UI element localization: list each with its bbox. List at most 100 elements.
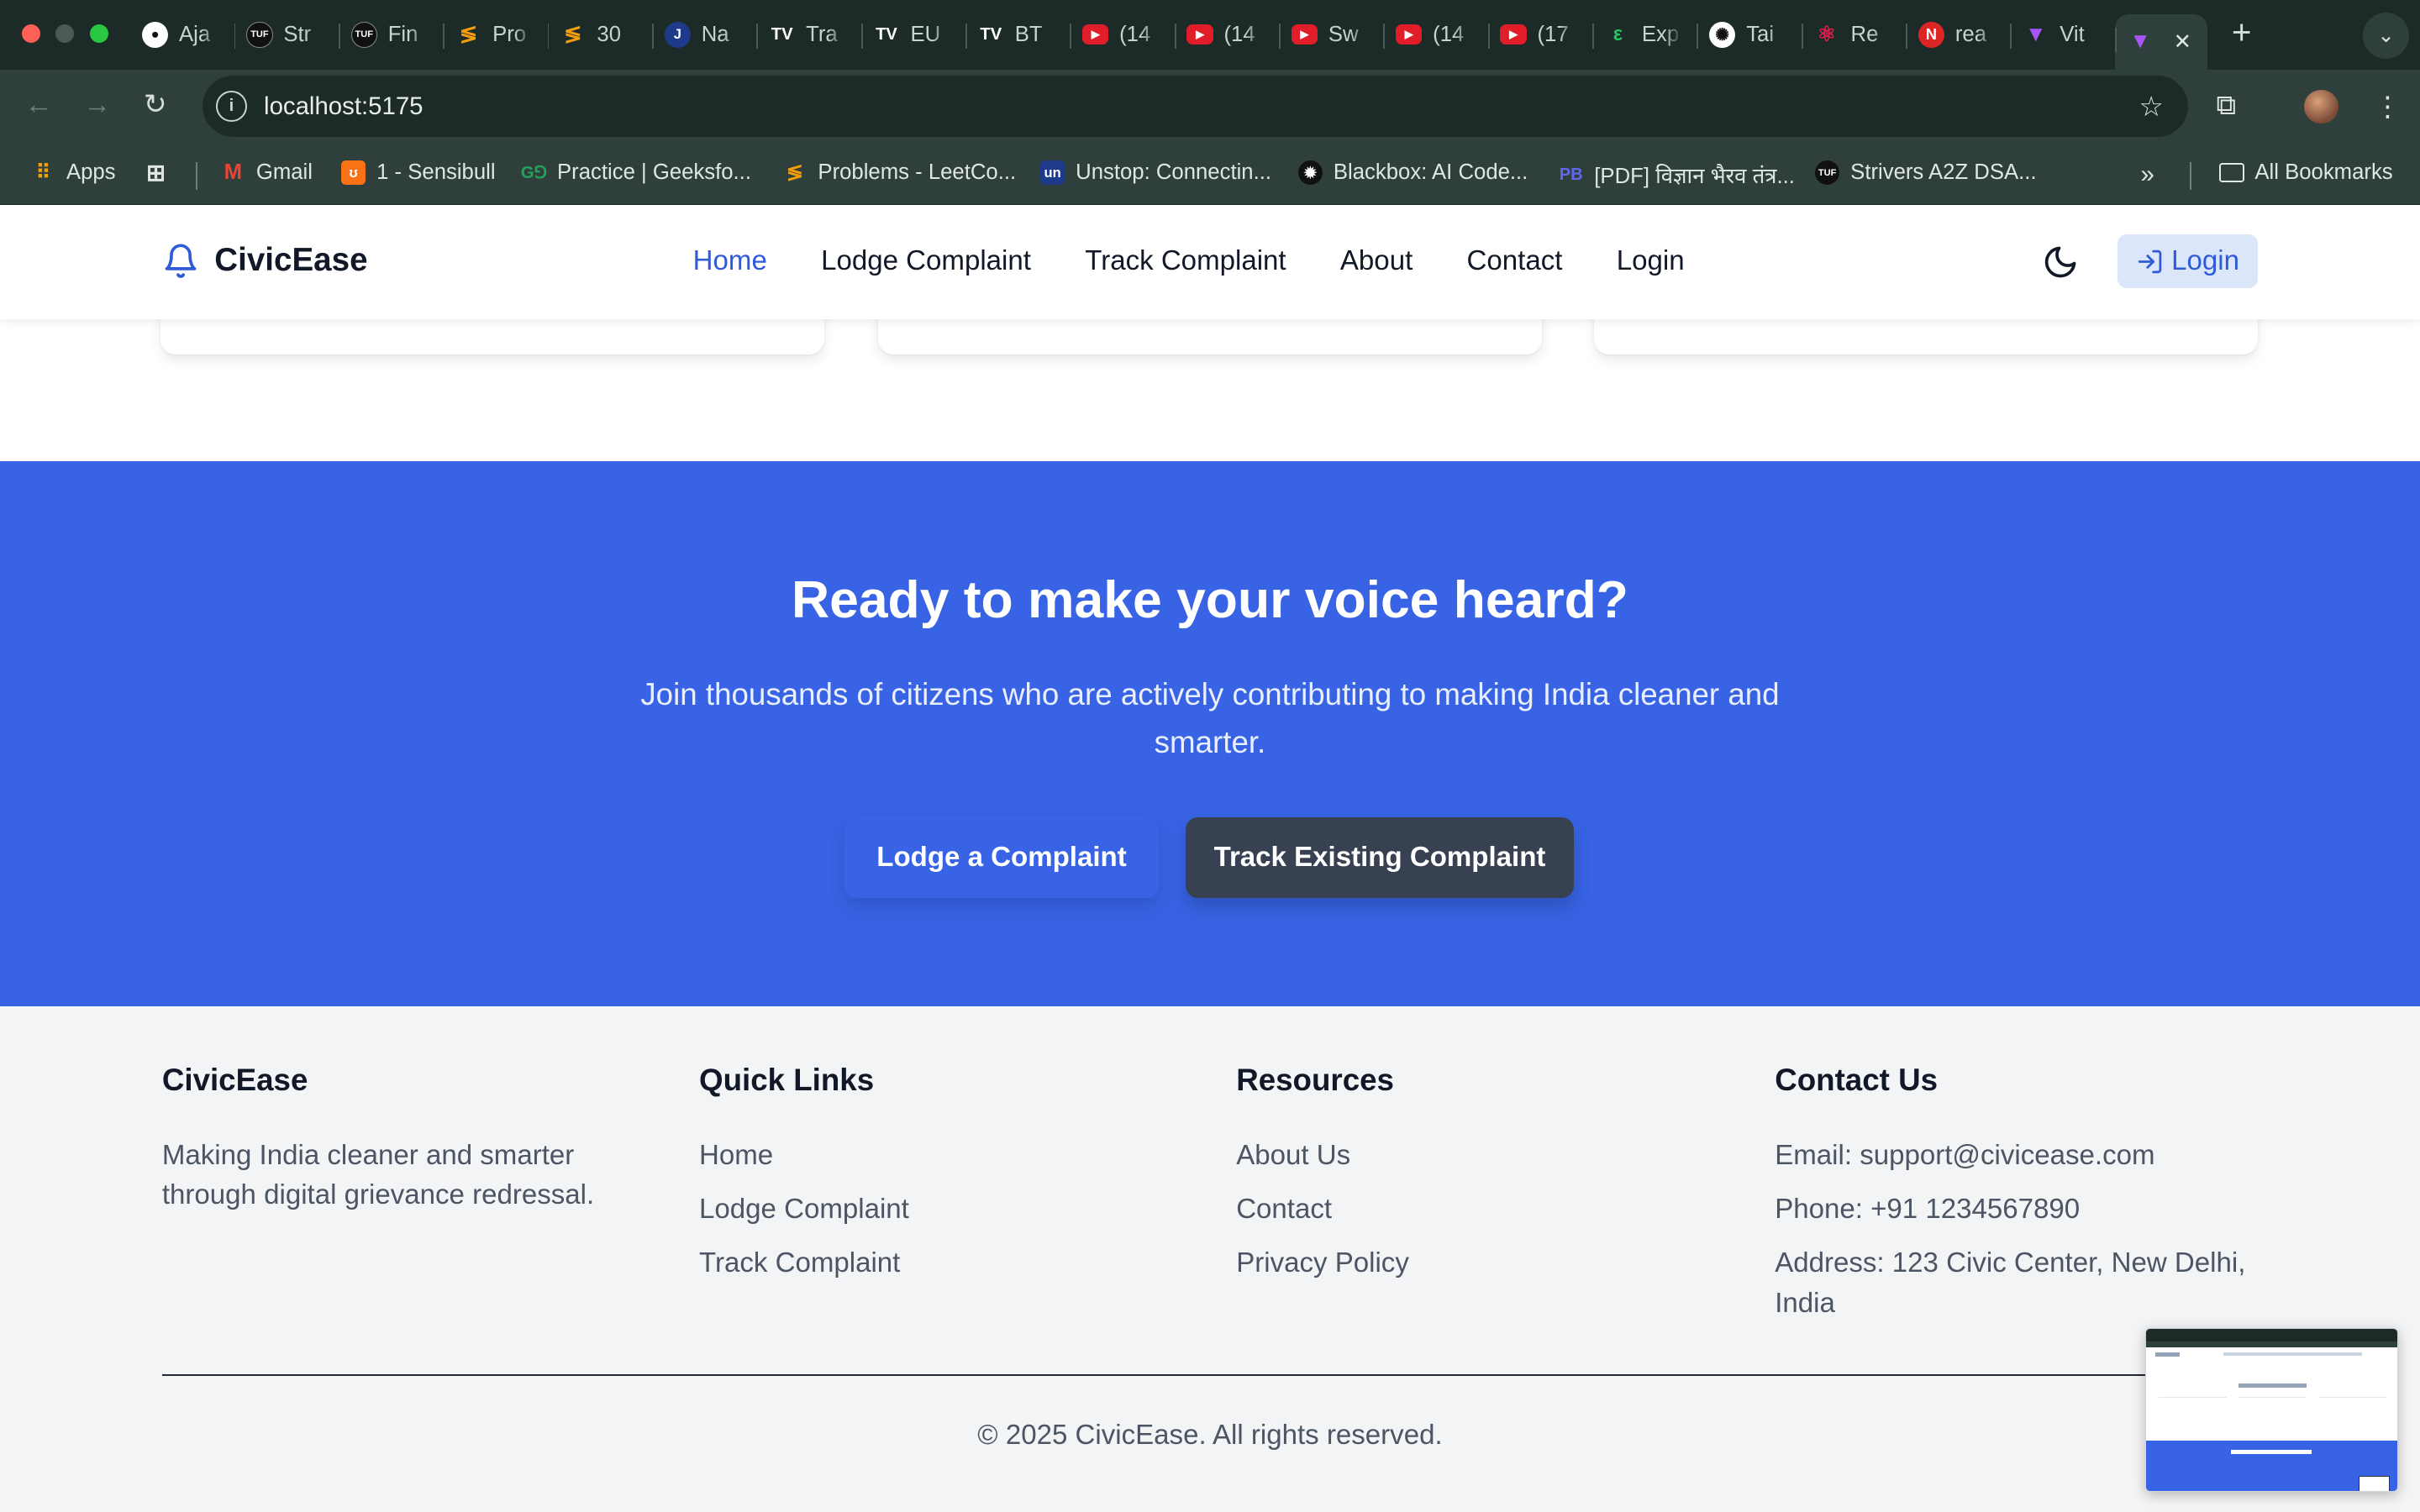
tradingview-icon: TV [876, 24, 897, 44]
footer-link-lodge-complaint[interactable]: Lodge Complaint [699, 1189, 1193, 1230]
footer-link-contact[interactable]: Contact [1236, 1189, 1730, 1230]
new-tab-button[interactable]: + [2232, 15, 2252, 49]
close-window-button[interactable] [21, 24, 40, 44]
nav-link-track-complaint[interactable]: Track Complaint [1085, 245, 1286, 277]
browser-tab[interactable]: ≶ 30 [547, 10, 652, 60]
bookmark-leetcode[interactable]: ≶ Problems - LeetCo... [782, 160, 1016, 185]
footer-heading: Contact Us [1775, 1063, 1939, 1098]
browser-tab[interactable]: Nrea [1906, 10, 2010, 60]
brand-name: CivicEase [214, 242, 368, 279]
bookmark-label: Practice | Geeksfo... [557, 160, 751, 185]
browser-tab[interactable]: ⚛ Re [1801, 10, 1906, 60]
vite-icon: ▼ [2025, 22, 2047, 46]
bookmark-geeksforgeeks[interactable]: G⅁ Practice | Geeksfo... [520, 160, 751, 185]
footer-quick-links: Quick Links Home Lodge Complaint Track C… [699, 1063, 1193, 1297]
browser-tab[interactable]: TV EU [860, 10, 965, 60]
bookmark-label: All Bookmarks [2254, 160, 2393, 185]
more-menu-icon[interactable]: ⋮ [2374, 90, 2402, 123]
bookmark-blackbox[interactable]: ✹ Blackbox: AI Code... [1297, 160, 1528, 186]
bookmark-sensibull[interactable]: ʊ 1 - Sensibull [340, 160, 496, 186]
youtube-icon: ▶ [1396, 24, 1423, 45]
browser-tab-active[interactable]: ▼ ✕ [2114, 13, 2207, 70]
footer-link-about-us[interactable]: About Us [1236, 1136, 1730, 1176]
brand-logo[interactable]: CivicEase [162, 239, 368, 282]
url-text[interactable]: localhost:5175 [264, 92, 423, 121]
close-tab-icon[interactable]: ✕ [2174, 29, 2192, 55]
youtube-icon: ▶ [1500, 24, 1527, 45]
nav-link-contact[interactable]: Contact [1467, 245, 1563, 277]
nav-link-lodge-complaint[interactable]: Lodge Complaint [821, 245, 1031, 277]
bookmark-separator [2190, 161, 2192, 190]
tab-title: Na [701, 22, 729, 46]
nav-icon: J [664, 21, 691, 48]
tradingview-icon: TV [771, 24, 793, 44]
geeksforgeeks-icon: G⅁ [520, 164, 548, 183]
browser-tab[interactable]: TV BT [965, 10, 1070, 60]
browser-tab[interactable]: J Na [652, 10, 756, 60]
screenshot-thumbnail[interactable] [2145, 1328, 2399, 1493]
browser-tab[interactable]: ● Aja [129, 10, 234, 60]
maximize-window-button[interactable] [89, 24, 108, 44]
youtube-icon: ▶ [1082, 24, 1109, 45]
profile-avatar[interactable] [2304, 89, 2338, 123]
tab-title: Tai [1746, 22, 1775, 46]
page-viewport[interactable]: CivicEase Home Lodge Complaint Track Com… [0, 205, 2420, 1512]
browser-tab[interactable]: ✺ Tai [1697, 10, 1801, 60]
forward-arrow-icon[interactable]: → [83, 91, 111, 118]
browser-tab[interactable]: TUF Str [234, 10, 339, 60]
reload-icon[interactable]: ↻ [144, 91, 167, 118]
address-bar[interactable]: i localhost:5175 ☆ [202, 75, 2189, 138]
cta-section: Ready to make your voice heard? Join tho… [0, 461, 2420, 1006]
browser-tab[interactable]: ε Exp [1592, 10, 1697, 60]
bookmark-strivers[interactable]: TUF Strivers A2Z DSA... [1814, 160, 2037, 186]
all-bookmarks-folder[interactable]: All Bookmarks [2219, 160, 2393, 185]
minimize-window-button[interactable] [55, 24, 75, 44]
moon-icon[interactable] [2042, 244, 2079, 281]
more-bookmarks-chevron-icon[interactable]: » [2141, 160, 2154, 189]
bookmark-gmail[interactable]: M Gmail [221, 160, 313, 185]
browser-tab[interactable]: ▶ (14 [1174, 10, 1279, 60]
footer-link-track-complaint[interactable]: Track Complaint [699, 1243, 1193, 1284]
extensions-puzzle-icon[interactable]: ⧉ [2217, 90, 2237, 122]
bookmark-label: [PDF] विज्ञान भैरव तंत्र... [1594, 165, 1795, 189]
footer-contact-address: Address: 123 Civic Center, New Delhi, In… [1775, 1247, 2246, 1319]
youtube-icon: ▶ [1186, 24, 1213, 45]
footer-contact: Contact Us Email: support@civicease.com … [1775, 1063, 2258, 1337]
bookmark-tab-groups[interactable]: ⊞ [144, 160, 168, 186]
browser-tab[interactable]: ≶ Pro [443, 10, 547, 60]
tab-search-chevron-icon[interactable]: ⌄ [2362, 12, 2410, 59]
tab-title: (17 [1537, 22, 1569, 46]
browser-tab[interactable]: ▶ (14 [1383, 10, 1487, 60]
site-footer: CivicEase Making India cleaner and smart… [0, 1005, 2420, 1512]
browser-tab[interactable]: ▶ Sw [1279, 10, 1383, 60]
bookmarks-bar: ⠿ Apps ⊞ M Gmail ʊ 1 - Sensibull G⅁ Prac… [0, 143, 2420, 206]
browser-tab[interactable]: ▶ (17 [1487, 10, 1592, 60]
nav-link-home[interactable]: Home [693, 245, 767, 277]
browser-tab[interactable]: TV Tra [756, 10, 860, 60]
tab-title: EU [910, 22, 941, 46]
browser-tab[interactable]: TUF Fin [338, 10, 443, 60]
site-info-icon[interactable]: i [216, 91, 247, 123]
footer-link-privacy-policy[interactable]: Privacy Policy [1236, 1243, 1730, 1284]
footer-contact-email: Email: support@civicease.com [1775, 1139, 2155, 1171]
bookmark-label: 1 - Sensibull [376, 160, 496, 185]
footer-link-home[interactable]: Home [699, 1136, 1193, 1176]
footer-resources: Resources About Us Contact Privacy Polic… [1236, 1063, 1730, 1297]
nav-link-login[interactable]: Login [1617, 245, 1685, 277]
back-arrow-icon[interactable]: ← [24, 91, 52, 118]
tab-title: Re [1850, 22, 1879, 46]
github-icon: ● [141, 21, 169, 48]
tab-title: rea [1954, 22, 1987, 46]
bookmark-unstop[interactable]: un Unstop: Connectin... [1039, 160, 1271, 186]
login-button[interactable]: Login [2117, 234, 2259, 289]
lodge-complaint-button[interactable]: Lodge a Complaint [844, 817, 1160, 898]
browser-tab[interactable]: ▼ Vit [2010, 10, 2114, 60]
vite-icon: ▼ [2129, 29, 2151, 54]
cta-subtitle: Join thousands of citizens who are activ… [640, 676, 1780, 759]
nav-link-about[interactable]: About [1340, 245, 1413, 277]
bookmark-apps[interactable]: ⠿ Apps [31, 160, 116, 185]
track-complaint-button[interactable]: Track Existing Complaint [1185, 817, 1575, 898]
bookmark-star-icon[interactable]: ☆ [2139, 90, 2164, 123]
browser-tab[interactable]: ▶ (14 [1070, 10, 1174, 60]
bookmark-pdf[interactable]: PB [PDF] विज्ञान भैरव तंत्र... [1559, 160, 1795, 190]
